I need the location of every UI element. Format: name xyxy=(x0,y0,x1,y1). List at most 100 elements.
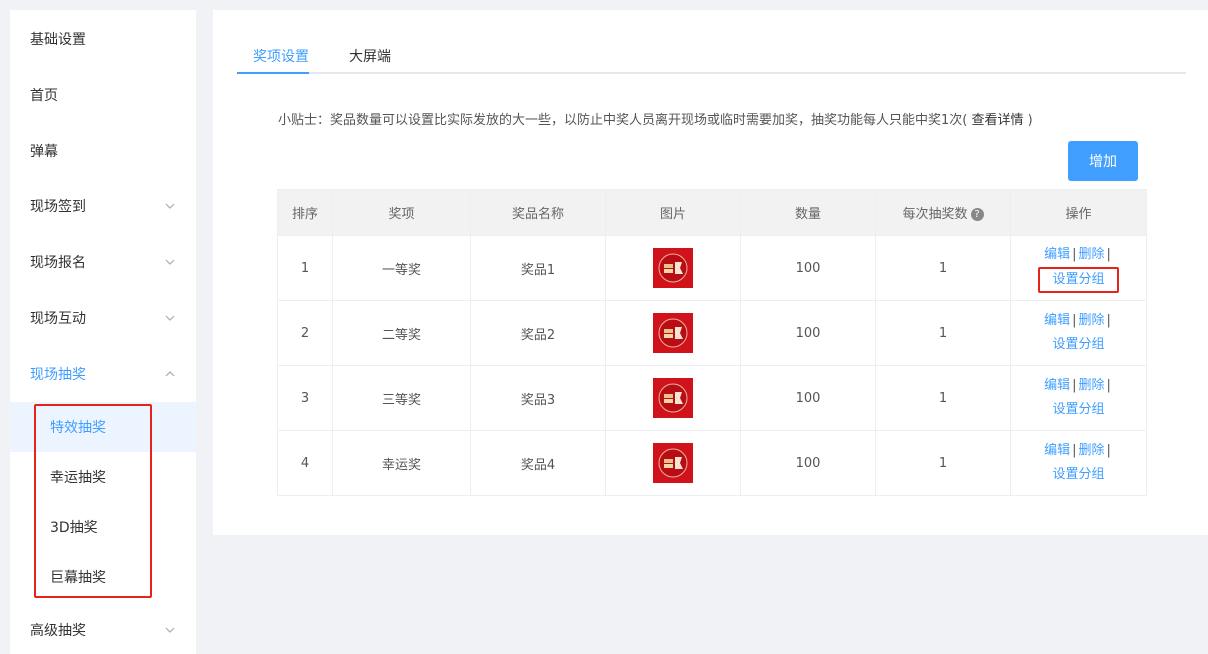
table-header-row: 排序 奖项 奖品名称 图片 数量 每次抽奖数? 操作 xyxy=(277,189,1147,236)
set-group-link[interactable]: 设置分组 xyxy=(1052,337,1104,352)
sidebar: 基础设置 首页 弹幕 现场签到 现场报名 现场互动 现场抽奖 特效抽奖 幸运抽奖… xyxy=(10,10,196,654)
tab-prize-settings[interactable]: 奖项设置 xyxy=(253,46,309,74)
set-group-link[interactable]: 设置分组 xyxy=(1038,267,1119,293)
actions-wrap: 编辑 | 删除 | 设置分组 xyxy=(1011,309,1146,357)
table-row: 3 三等奖 奖品3 100 1 编辑 | 删除 | 设置分组 xyxy=(277,365,1147,431)
actions-wrap: 编辑 | 删除 | 设置分组 xyxy=(1011,243,1146,293)
cell-image xyxy=(605,430,741,496)
submenu-effect-lottery[interactable]: 特效抽奖 xyxy=(10,402,196,452)
cell-order: 1 xyxy=(277,235,333,301)
menu-home[interactable]: 首页 xyxy=(10,71,196,119)
edit-link[interactable]: 编辑 xyxy=(1044,378,1070,393)
header-prize-name: 奖品名称 xyxy=(470,189,606,236)
menu-label: 弹幕 xyxy=(30,144,58,160)
cell-image xyxy=(605,300,741,366)
submenu-label: 特效抽奖 xyxy=(50,420,106,436)
cell-prize-name: 奖品3 xyxy=(470,365,606,431)
separator: | xyxy=(1106,247,1111,262)
edit-link[interactable]: 编辑 xyxy=(1044,313,1070,328)
separator: | xyxy=(1072,443,1077,458)
tip-end: ) xyxy=(1027,113,1033,128)
cell-order: 3 xyxy=(277,365,333,431)
delete-link[interactable]: 删除 xyxy=(1079,313,1105,328)
chevron-up-icon xyxy=(165,371,175,377)
cell-prize-name: 奖品2 xyxy=(470,300,606,366)
menu-signup[interactable]: 现场报名 xyxy=(10,238,196,286)
tab-bar: 奖项设置 大屏端 xyxy=(237,40,1186,74)
separator: | xyxy=(1106,443,1111,458)
help-icon[interactable]: ? xyxy=(970,208,984,221)
separator: | xyxy=(1072,313,1077,328)
submenu-label: 幸运抽奖 xyxy=(50,470,106,486)
table-row: 1 一等奖 奖品1 100 1 编辑 | 删除 | 设置分组 xyxy=(277,235,1147,301)
menu-danmaku[interactable]: 弹幕 xyxy=(10,127,196,175)
chevron-down-icon xyxy=(165,203,175,209)
tip-text: 小贴士：奖品数量可以设置比实际发放的大一些，以防止中奖人员离开现场或临时需要加奖… xyxy=(278,109,1033,128)
cell-order: 2 xyxy=(277,300,333,366)
cell-quantity: 100 xyxy=(740,300,876,366)
cell-image xyxy=(605,365,741,431)
prize-table: 排序 奖项 奖品名称 图片 数量 每次抽奖数? 操作 1 一等奖 奖品1 100 1 编辑… xyxy=(277,189,1147,496)
actions-wrap: 编辑 | 删除 | 设置分组 xyxy=(1011,374,1146,422)
cell-prize-name: 奖品4 xyxy=(470,430,606,496)
cell-per-draw: 1 xyxy=(875,430,1011,496)
chevron-down-icon xyxy=(165,627,175,633)
cell-actions: 编辑 | 删除 | 设置分组 xyxy=(1010,300,1147,366)
cell-per-draw: 1 xyxy=(875,365,1011,431)
menu-advanced-lottery[interactable]: 高级抽奖 xyxy=(10,606,196,654)
header-per-draw-label: 每次抽奖数 xyxy=(902,207,968,222)
submenu-3d-lottery[interactable]: 3D抽奖 xyxy=(10,502,196,552)
menu-label: 基础设置 xyxy=(30,32,86,48)
menu-checkin[interactable]: 现场签到 xyxy=(10,182,196,230)
cell-quantity: 100 xyxy=(740,365,876,431)
prize-image xyxy=(653,378,693,418)
cell-quantity: 100 xyxy=(740,235,876,301)
delete-link[interactable]: 删除 xyxy=(1079,247,1105,262)
menu-interaction[interactable]: 现场互动 xyxy=(10,294,196,342)
header-award: 奖项 xyxy=(332,189,471,236)
delete-link[interactable]: 删除 xyxy=(1079,443,1105,458)
cell-award: 一等奖 xyxy=(332,235,471,301)
set-group-link[interactable]: 设置分组 xyxy=(1052,467,1104,482)
set-group-link[interactable]: 设置分组 xyxy=(1052,402,1104,417)
cell-quantity: 100 xyxy=(740,430,876,496)
menu-label: 现场报名 xyxy=(30,255,86,271)
cell-award: 三等奖 xyxy=(332,365,471,431)
submenu-label: 3D抽奖 xyxy=(50,520,98,536)
cell-actions: 编辑 | 删除 | 设置分组 xyxy=(1010,235,1147,301)
separator: | xyxy=(1072,378,1077,393)
menu-lottery[interactable]: 现场抽奖 xyxy=(10,350,196,398)
chevron-down-icon xyxy=(165,259,175,265)
header-quantity: 数量 xyxy=(740,189,876,236)
prize-image xyxy=(653,313,693,353)
chevron-down-icon xyxy=(165,315,175,321)
cell-order: 4 xyxy=(277,430,333,496)
edit-link[interactable]: 编辑 xyxy=(1044,247,1070,262)
prize-image xyxy=(653,443,693,483)
cell-per-draw: 1 xyxy=(875,300,1011,366)
separator: | xyxy=(1106,313,1111,328)
prize-image xyxy=(653,248,693,288)
table-row: 4 幸运奖 奖品4 100 1 编辑 | 删除 | 设置分组 xyxy=(277,430,1147,496)
header-image: 图片 xyxy=(605,189,741,236)
tip-body: 小贴士：奖品数量可以设置比实际发放的大一些，以防止中奖人员离开现场或临时需要加奖… xyxy=(278,113,968,128)
header-per-draw: 每次抽奖数? xyxy=(875,189,1011,236)
edit-link[interactable]: 编辑 xyxy=(1044,443,1070,458)
submenu-label: 巨幕抽奖 xyxy=(50,570,106,586)
submenu-lucky-lottery[interactable]: 幸运抽奖 xyxy=(10,452,196,502)
separator: | xyxy=(1072,247,1077,262)
submenu-giant-screen-lottery[interactable]: 巨幕抽奖 xyxy=(10,552,196,602)
cell-award: 幸运奖 xyxy=(332,430,471,496)
tab-big-screen[interactable]: 大屏端 xyxy=(349,46,391,74)
delete-link[interactable]: 删除 xyxy=(1079,378,1105,393)
table-row: 2 二等奖 奖品2 100 1 编辑 | 删除 | 设置分组 xyxy=(277,300,1147,366)
add-button[interactable]: 增加 xyxy=(1068,141,1138,181)
cell-prize-name: 奖品1 xyxy=(470,235,606,301)
menu-label: 高级抽奖 xyxy=(30,623,86,639)
menu-label: 首页 xyxy=(30,88,58,104)
cell-image xyxy=(605,235,741,301)
menu-basic-settings[interactable]: 基础设置 xyxy=(10,15,196,63)
view-details-link[interactable]: 查看详情 xyxy=(971,113,1023,128)
main-panel: 奖项设置 大屏端 小贴士：奖品数量可以设置比实际发放的大一些，以防止中奖人员离开… xyxy=(213,10,1208,535)
menu-label: 现场签到 xyxy=(30,199,86,215)
